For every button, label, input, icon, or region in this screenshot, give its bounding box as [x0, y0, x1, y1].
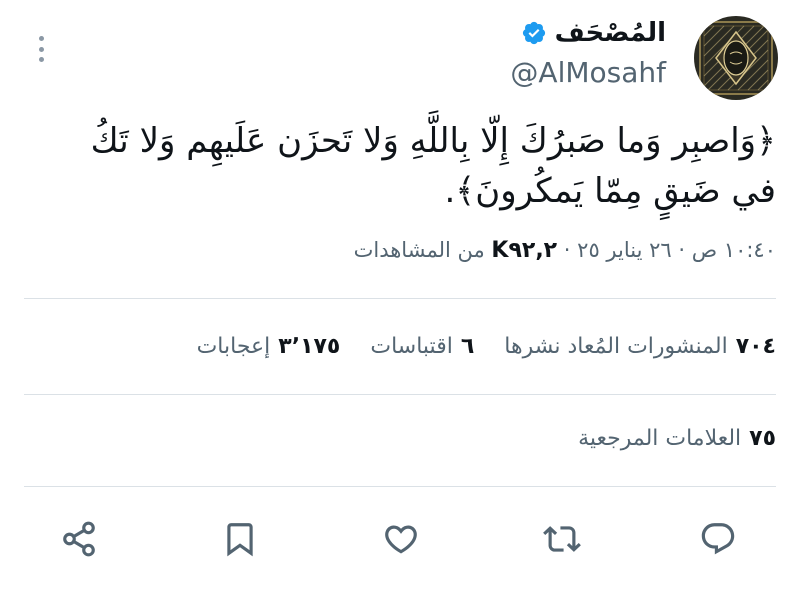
author-handle[interactable]: @AlMosahf — [510, 56, 666, 89]
views-count: K٩٢,٢ — [491, 238, 558, 263]
reply-icon — [701, 523, 735, 555]
bookmarks-count: ٧٥ — [749, 426, 776, 451]
reposts-stat[interactable]: ٧٠٤ المنشورات المُعاد نشرها — [504, 334, 776, 359]
likes-count: ٣٬١٧٥ — [278, 334, 341, 359]
bookmark-button[interactable] — [215, 514, 265, 564]
more-options-icon[interactable] — [34, 36, 48, 62]
bookmarks-label: العلامات المرجعية — [578, 426, 742, 451]
avatar[interactable] — [694, 16, 778, 100]
tweet-time[interactable]: ١٠:٤٠ ص — [692, 238, 776, 262]
meta-separator: · — [671, 238, 686, 262]
engagement-stats: ٧٠٤ المنشورات المُعاد نشرها ٦ اقتباسات ٣… — [197, 334, 776, 359]
likes-stat[interactable]: ٣٬١٧٥ إعجابات — [197, 334, 341, 359]
reposts-count: ٧٠٤ — [735, 334, 776, 359]
meta-separator: · — [557, 238, 571, 262]
divider — [24, 394, 776, 395]
views-label: من المشاهدات — [353, 238, 485, 262]
retweet-icon — [543, 526, 581, 552]
divider — [24, 486, 776, 487]
retweet-button[interactable] — [537, 514, 587, 564]
share-icon — [63, 521, 95, 557]
like-button[interactable] — [376, 514, 426, 564]
quran-cover-image — [694, 16, 778, 100]
tweet-text: ﴿وَاصبِر وَما صَبرُكَ إِلّا بِاللَّهِ وَ… — [90, 121, 776, 211]
bookmarks-stat[interactable]: ٧٥ العلامات المرجعية — [578, 426, 776, 451]
likes-label: إعجابات — [196, 334, 271, 359]
share-button[interactable] — [54, 514, 104, 564]
tweet-meta: ١٠:٤٠ ص · ٢٦ يناير ٢٥ · K٩٢,٢ من المشاهد… — [354, 238, 776, 263]
verified-badge-icon — [521, 20, 547, 46]
heart-icon — [385, 525, 417, 554]
reply-button[interactable] — [693, 514, 743, 564]
quotes-count: ٦ — [460, 334, 475, 359]
quotes-stat[interactable]: ٦ اقتباسات — [370, 334, 474, 359]
tweet-date[interactable]: ٢٦ يناير ٢٥ — [577, 238, 672, 262]
reposts-label: المنشورات المُعاد نشرها — [504, 334, 728, 359]
bookmark-icon — [227, 523, 253, 557]
author-name-row: المُصْحَف — [521, 18, 666, 48]
author-name[interactable]: المُصْحَف — [555, 18, 666, 48]
divider — [24, 298, 776, 299]
action-bar — [0, 514, 800, 564]
quotes-label: اقتباسات — [370, 334, 453, 359]
